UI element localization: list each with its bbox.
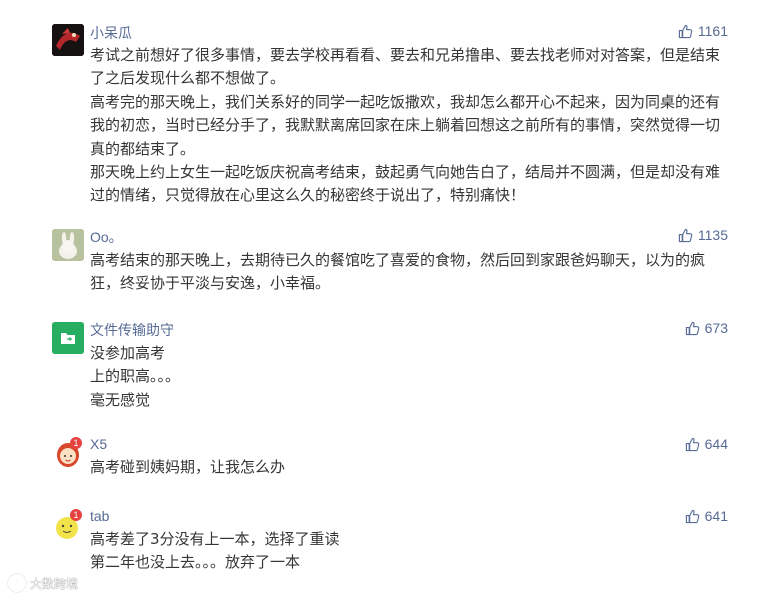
- comment-author[interactable]: Oo。: [90, 227, 123, 247]
- notification-badge: 1: [70, 437, 82, 449]
- comment-text: 高考差了3分没有上一本，选择了重读 第二年也没上去。。。放弃了一本: [90, 528, 726, 575]
- comment-paragraph: 高考结束的那天晚上，去期待已久的餐馆吃了喜爱的食物，然后回到家跟爸妈聊天，以为的…: [90, 251, 706, 293]
- comment-paragraph: 高考完的那天晚上，我们关系好的同学一起吃饭撒欢，我却怎么都开心不起来，因为同桌的…: [90, 92, 721, 158]
- comment-text: 考试之前想好了很多事情，要去学校再看看、要去和兄弟撸串、要去找老师对对答案，但是…: [90, 44, 726, 208]
- like-count: 673: [704, 320, 728, 336]
- like-count: 641: [704, 508, 728, 524]
- comment-paragraph: 上的职高。。。: [90, 367, 181, 386]
- comment-author[interactable]: 小呆瓜: [90, 23, 132, 43]
- comment-paragraph: 考试之前想好了很多事情，要去学校再看看、要去和兄弟撸串、要去找老师对对答案，但是…: [90, 46, 721, 88]
- comment-text: 没参加高考 上的职高。。。 毫无感觉: [90, 342, 726, 412]
- comment-item: Oo。 1135 高考结束的那天晚上，去期待已久的餐馆吃了喜爱的食物，然后回到家…: [0, 215, 778, 310]
- comment-text: 高考结束的那天晚上，去期待已久的餐馆吃了喜爱的食物，然后回到家跟爸妈聊天，以为的…: [90, 249, 726, 296]
- comment-paragraph: 高考差了3分没有上一本，选择了重读: [90, 530, 340, 548]
- comment-paragraph: 没参加高考: [90, 344, 166, 362]
- avatar[interactable]: [52, 229, 84, 261]
- comment-item: 小呆瓜 1161 考试之前想好了很多事情，要去学校再看看、要去和兄弟撸串、要去找…: [0, 0, 778, 215]
- watermark: 大数跨境: [8, 574, 78, 592]
- avatar-image: [52, 229, 84, 261]
- thumbs-up-icon: [685, 437, 699, 451]
- comment-author[interactable]: tab: [90, 508, 109, 524]
- avatar[interactable]: [52, 24, 84, 56]
- watermark-logo-icon: [8, 574, 26, 592]
- thumbs-up-icon: [685, 321, 699, 335]
- like-button[interactable]: 644: [685, 436, 728, 452]
- comment-paragraph: 毫无感觉: [90, 390, 151, 409]
- comment-author[interactable]: 文件传输助守: [90, 320, 174, 340]
- notification-badge: 1: [70, 509, 82, 521]
- avatar[interactable]: [52, 322, 84, 354]
- like-count: 1135: [697, 227, 728, 243]
- like-button[interactable]: 1135: [678, 227, 728, 243]
- comment-paragraph: 高考碰到姨妈期，让我怎么办: [90, 458, 286, 476]
- comment-author[interactable]: X5: [90, 436, 107, 452]
- like-button[interactable]: 641: [685, 508, 728, 524]
- like-button[interactable]: 1161: [678, 23, 728, 39]
- comment-item: 1 X5 644 高考碰到姨妈期，让我怎么办: [0, 428, 778, 500]
- avatar-image: [52, 24, 84, 56]
- thumbs-up-icon: [678, 228, 693, 242]
- comment-item: 文件传输助守 673 没参加高考 上的职高。。。 毫无感觉: [0, 310, 778, 428]
- comment-paragraph: 第二年也没上去。。。放弃了一本: [90, 553, 301, 572]
- comment-item: 1 tab 641 高考差了3分没有上一本，选择了重读 第二年也没上去。。。放弃…: [0, 500, 778, 599]
- thumbs-up-icon: [685, 509, 699, 523]
- thumbs-up-icon: [678, 24, 693, 38]
- like-count: 644: [704, 436, 728, 452]
- like-button[interactable]: 673: [685, 320, 728, 336]
- watermark-text: 大数跨境: [30, 576, 79, 591]
- folder-icon: [52, 322, 84, 354]
- comment-paragraph: 那天晚上约上女生一起吃饭庆祝高考结束，鼓起勇气向她告白了，结局并不圆满，但是却没…: [90, 163, 721, 205]
- like-count: 1161: [697, 23, 728, 39]
- comment-text: 高考碰到姨妈期，让我怎么办: [90, 456, 726, 479]
